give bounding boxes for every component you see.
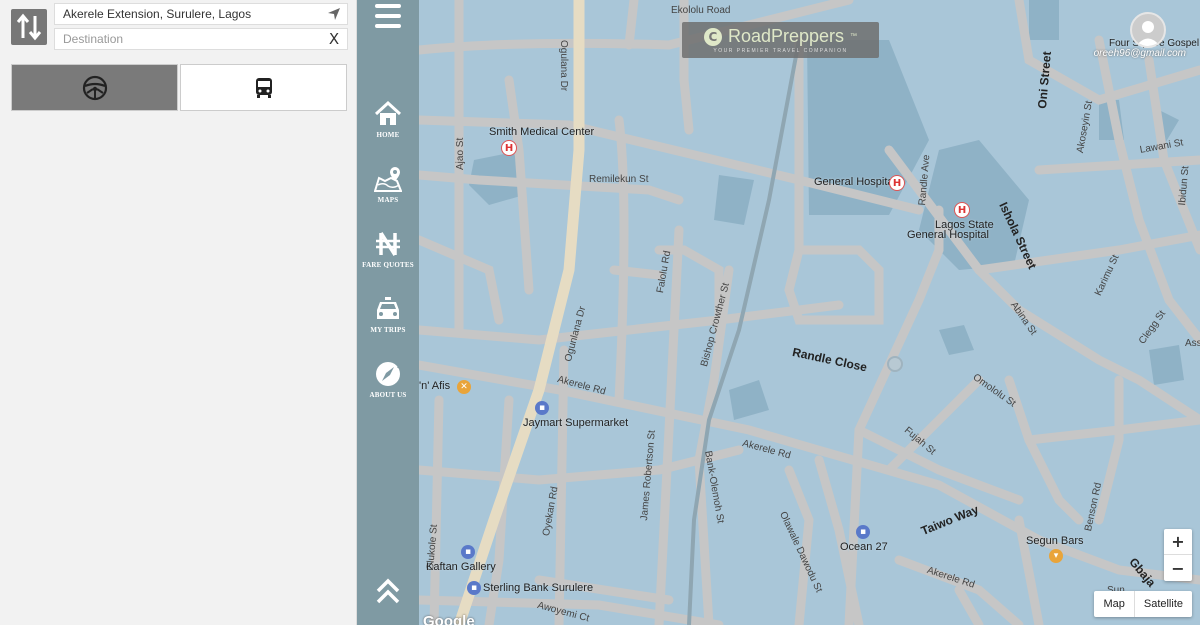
swap-route-button[interactable]	[11, 9, 47, 45]
hospital-icon[interactable]: H	[889, 175, 905, 191]
street-label: Ogulana Dr	[558, 40, 569, 92]
shop-icon[interactable]: ▪	[461, 545, 475, 559]
compass-logo-icon	[376, 362, 402, 386]
zoom-control: + −	[1164, 529, 1192, 581]
travel-mode-tabs	[11, 64, 347, 111]
home-icon	[374, 100, 402, 125]
brand-name: RoadPreppers	[727, 26, 845, 46]
nav-about-us[interactable]: ABOUT US	[357, 360, 419, 418]
map-view[interactable]: Ekololu Road Ogulana Dr Ogunlana Dr Remi…	[419, 0, 1200, 625]
poi-label: Jaymart Supermarket	[523, 417, 629, 429]
poi-label: Ocean 27	[840, 541, 888, 553]
scroll-up-icon[interactable]	[375, 578, 401, 604]
menu-icon[interactable]	[375, 4, 401, 28]
poi-label: Smith Medical Center	[489, 126, 595, 138]
poi-label: General Hospital	[814, 176, 896, 188]
google-attribution: Google	[423, 613, 475, 625]
swap-arrows-icon	[16, 13, 42, 41]
drive-mode-tab[interactable]	[11, 64, 178, 111]
zoom-in-button[interactable]: +	[1164, 529, 1192, 555]
map-type-control: Map Satellite	[1094, 591, 1192, 617]
street-label: Ass	[1185, 338, 1200, 349]
naira-icon	[376, 232, 400, 256]
zoom-out-button[interactable]: −	[1164, 555, 1192, 581]
hospital-icon[interactable]: H	[954, 202, 970, 218]
transit-mode-tab[interactable]	[180, 64, 347, 111]
nav-rail: HOME MAPS FARE QUOTES MY TRIPS ABOUT US	[357, 0, 419, 625]
app: X	[0, 0, 1200, 625]
poi-label: General Hospital	[907, 229, 989, 241]
destination-input[interactable]	[55, 29, 321, 49]
hospital-icon[interactable]: H	[501, 140, 517, 156]
steering-wheel-icon	[82, 75, 107, 100]
route-panel: X	[0, 0, 357, 625]
taxi-icon	[377, 297, 399, 319]
locate-me-icon[interactable]	[321, 4, 347, 24]
nav-my-trips[interactable]: MY TRIPS	[357, 295, 419, 353]
map-roads	[419, 0, 1200, 625]
roadpreppers-logo[interactable]: C RoadPreppers ™ YOUR PREMIER TRAVEL COMP…	[682, 22, 879, 58]
brand-trademark: ™	[850, 33, 858, 40]
nav-fare-quotes-label: FARE QUOTES	[362, 261, 414, 269]
nav-home[interactable]: HOME	[357, 100, 419, 158]
origin-input[interactable]	[55, 4, 321, 24]
poi-label: Segun Bars	[1026, 535, 1084, 547]
bus-icon	[255, 77, 272, 98]
street-label: Ekololu Road	[671, 5, 731, 16]
shop-icon[interactable]: ▪	[535, 401, 549, 415]
bank-icon[interactable]: ▪	[467, 581, 481, 595]
place-icon[interactable]: ▪	[856, 525, 870, 539]
origin-field	[54, 3, 348, 25]
map-pin-icon	[374, 167, 402, 192]
clear-destination-button[interactable]: X	[321, 29, 347, 49]
nav-my-trips-label: MY TRIPS	[370, 326, 406, 334]
poi-label: 'n' Afis	[419, 380, 451, 392]
poi-label: Kaftan Gallery	[426, 561, 496, 573]
restaurant-icon[interactable]: ✕	[457, 380, 471, 394]
nav-fare-quotes[interactable]: FARE QUOTES	[357, 230, 419, 288]
street-label: Remilekun St	[589, 174, 649, 185]
poi-label: Sterling Bank Surulere	[483, 582, 594, 594]
map-type-map-button[interactable]: Map	[1094, 591, 1135, 617]
nav-maps[interactable]: MAPS	[357, 165, 419, 223]
nav-about-us-label: ABOUT US	[369, 391, 407, 399]
street-label: Ajao St	[455, 137, 466, 170]
avatar-icon[interactable]	[1130, 12, 1166, 48]
map-type-satellite-button[interactable]: Satellite	[1135, 591, 1192, 617]
nav-home-label: HOME	[376, 131, 400, 139]
destination-field: X	[54, 28, 348, 50]
nav-maps-label: MAPS	[377, 196, 399, 204]
brand-tagline: YOUR PREMIER TRAVEL COMPANION	[713, 48, 848, 54]
roadpreppers-logo-icon: C	[703, 27, 722, 46]
user-account[interactable]: oreeh96@gmail.com	[1086, 12, 1186, 59]
bar-icon[interactable]: ▾	[1049, 549, 1063, 563]
user-email: oreeh96@gmail.com	[1093, 48, 1186, 59]
